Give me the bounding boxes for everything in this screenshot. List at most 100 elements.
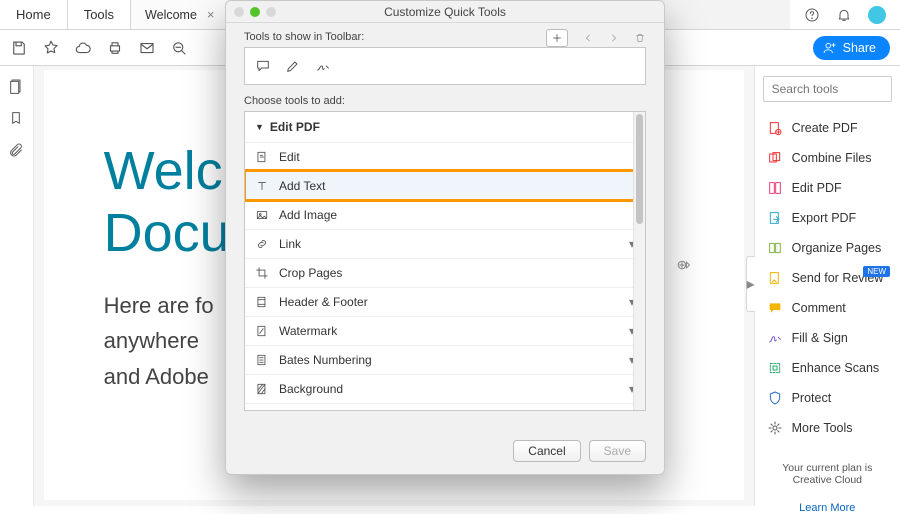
left-rail — [0, 66, 34, 506]
tool-enhance-scans[interactable]: Enhance Scans — [763, 354, 892, 382]
search-tools-input[interactable] — [763, 76, 892, 102]
background-icon — [255, 382, 269, 396]
dialog-scrollbar[interactable] — [633, 112, 645, 410]
dialog-row-header-footer[interactable]: Header & Footer▾ — [245, 287, 645, 316]
tool-create-pdf[interactable]: Create PDF — [763, 114, 892, 142]
bookmark-icon[interactable] — [8, 110, 24, 126]
tool-export-pdf[interactable]: Export PDF — [763, 204, 892, 232]
trash-icon[interactable] — [634, 32, 646, 44]
dialog-row-label: Add Image — [279, 208, 337, 222]
thumbnails-icon[interactable] — [8, 78, 24, 94]
tool-item-label: Protect — [792, 391, 832, 405]
cloud-icon[interactable] — [74, 39, 92, 57]
tool-fill-sign[interactable]: Fill & Sign — [763, 324, 892, 352]
right-tools-panel: ▸ Create PDFCombine FilesEdit PDFExport … — [755, 66, 900, 506]
fill-sign-icon — [767, 330, 783, 346]
sign-icon[interactable] — [315, 58, 331, 74]
attachment-icon[interactable] — [8, 142, 24, 158]
tool-more-tools[interactable]: More Tools — [763, 414, 892, 442]
window-traffic-lights[interactable] — [234, 7, 276, 17]
tool-item-label: Fill & Sign — [792, 331, 848, 345]
dialog-title: Customize Quick Tools — [384, 5, 506, 19]
tool-item-label: Create PDF — [792, 121, 858, 135]
tool-item-label: Combine Files — [792, 151, 872, 165]
dialog-scrollbar-thumb[interactable] — [636, 114, 643, 224]
add-text-icon — [255, 179, 269, 193]
tool-item-label: More Tools — [792, 421, 853, 435]
close-tab-icon[interactable]: × — [207, 7, 215, 22]
export-pdf-icon — [767, 210, 783, 226]
dialog-top-actions — [546, 29, 646, 47]
dialog-row-label: Header & Footer — [279, 295, 368, 309]
edit-icon — [255, 150, 269, 164]
avatar[interactable] — [868, 6, 886, 24]
link-icon — [255, 237, 269, 251]
crop-pages-icon — [255, 266, 269, 280]
star-icon[interactable] — [42, 39, 60, 57]
dialog-row-label: Bates Numbering — [279, 353, 372, 367]
tab-home[interactable]: Home — [0, 0, 68, 29]
dialog-row-background[interactable]: Background▾ — [245, 374, 645, 403]
dialog-row-watermark[interactable]: Watermark▾ — [245, 316, 645, 345]
add-to-toolbar-button[interactable] — [676, 256, 694, 279]
dialog-row-label: Crop Pages — [279, 266, 342, 280]
organize-pages-icon — [767, 240, 783, 256]
add-image-icon — [255, 208, 269, 222]
share-button-label: Share — [843, 41, 876, 55]
label-choose-tools: Choose tools to add: — [244, 95, 646, 107]
bell-icon[interactable] — [836, 7, 852, 23]
bates-numbering-icon — [255, 353, 269, 367]
customize-quick-tools-dialog: Customize Quick Tools Tools to show in T… — [225, 0, 665, 475]
create-pdf-icon — [767, 120, 783, 136]
enhance-scans-icon — [767, 360, 783, 376]
next-icon[interactable] — [608, 32, 620, 44]
dialog-row-crop-pages[interactable]: Crop Pages — [245, 258, 645, 287]
zoom-out-icon[interactable] — [170, 39, 188, 57]
tool-comment[interactable]: Comment — [763, 294, 892, 322]
panel-collapse-handle[interactable]: ▸ — [746, 256, 755, 312]
cancel-button[interactable]: Cancel — [513, 440, 580, 462]
watermark-icon — [255, 324, 269, 338]
dialog-row-add-text[interactable]: Add Text — [245, 171, 645, 200]
send-for-review-icon — [767, 270, 783, 286]
save-icon[interactable] — [10, 39, 28, 57]
current-toolbar-box — [244, 47, 646, 85]
plan-text: Your current plan is Creative Cloud — [763, 462, 892, 486]
learn-more-link[interactable]: Learn More — [763, 502, 892, 514]
document-tab-welcome[interactable]: Welcome × — [131, 0, 229, 29]
topbar-right — [790, 0, 900, 29]
dialog-group-edit-pdf[interactable]: ▼Edit PDF — [245, 112, 645, 142]
tool-combine-files[interactable]: Combine Files — [763, 144, 892, 172]
tool-protect[interactable]: Protect — [763, 384, 892, 412]
help-icon[interactable] — [804, 7, 820, 23]
highlight-icon[interactable] — [285, 58, 301, 74]
tab-tools[interactable]: Tools — [68, 0, 131, 29]
mail-icon[interactable] — [138, 39, 156, 57]
dialog-row-edit[interactable]: Edit — [245, 142, 645, 171]
dialog-row-link[interactable]: Link▾ — [245, 229, 645, 258]
dialog-titlebar[interactable]: Customize Quick Tools — [226, 1, 664, 23]
tool-send-for-review[interactable]: Send for ReviewNEW — [763, 264, 892, 292]
dialog-row-label: Link — [279, 237, 301, 251]
comment-icon — [767, 300, 783, 316]
print-icon[interactable] — [106, 39, 124, 57]
dialog-row-label: Edit — [279, 150, 300, 164]
share-button[interactable]: Share — [813, 36, 890, 60]
save-button[interactable]: Save — [589, 440, 646, 462]
tool-item-label: Edit PDF — [792, 181, 842, 195]
combine-files-icon — [767, 150, 783, 166]
comment-icon[interactable] — [255, 58, 271, 74]
dialog-row-bates-numbering[interactable]: Bates Numbering▾ — [245, 345, 645, 374]
prev-icon[interactable] — [582, 32, 594, 44]
dialog-row-label: Watermark — [279, 324, 337, 338]
dialog-row-add-image[interactable]: Add Image — [245, 200, 645, 229]
document-tab-label: Welcome — [145, 8, 197, 22]
tool-organize-pages[interactable]: Organize Pages — [763, 234, 892, 262]
tool-edit-pdf[interactable]: Edit PDF — [763, 174, 892, 202]
add-separator-button[interactable] — [546, 29, 568, 47]
header-footer-icon — [255, 295, 269, 309]
dialog-tools-list: ▼Edit PDF Edit Add Text Add Image Link▾ Crop… — [244, 111, 646, 411]
dialog-row-add-bookmark[interactable]: Add Bookmark — [245, 403, 645, 411]
dialog-row-label: Background — [279, 382, 343, 396]
right-tools-list: Create PDF Combine Files Edit PDF Export PD… — [763, 114, 892, 442]
